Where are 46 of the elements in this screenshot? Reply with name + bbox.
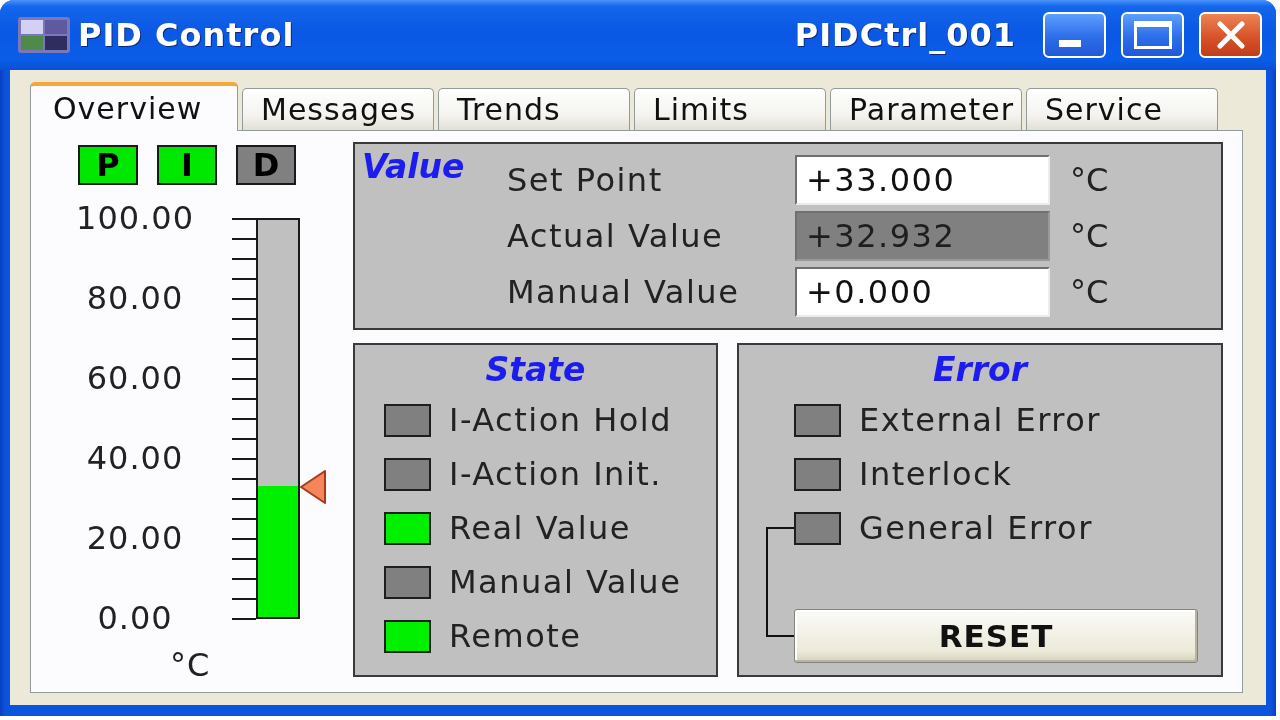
- field-label: Set Point: [507, 161, 663, 199]
- maximize-button[interactable]: [1121, 12, 1184, 58]
- scale-label: 80.00: [86, 283, 184, 313]
- unit-label: °C: [1069, 273, 1109, 311]
- close-icon: [1216, 21, 1245, 49]
- tab[interactable]: Trends: [438, 88, 630, 130]
- tab[interactable]: Service: [1026, 88, 1218, 130]
- scale-label: 0.00: [97, 603, 173, 633]
- value-field: +32.932: [795, 211, 1050, 261]
- minimize-button[interactable]: [1043, 12, 1106, 58]
- app-icon: [18, 17, 70, 53]
- scale-label: 100.00: [76, 203, 194, 233]
- group-title: Error: [932, 355, 1027, 385]
- tab[interactable]: Limits: [634, 88, 826, 130]
- scale-label: 40.00: [86, 443, 184, 473]
- instance-name: PIDCtrl_001: [794, 16, 1016, 54]
- field-label: Actual Value: [507, 217, 724, 255]
- status-label: Remote: [448, 617, 582, 655]
- tab[interactable]: Parameter: [830, 88, 1022, 130]
- mode-indicator: P: [78, 145, 138, 185]
- reset-button[interactable]: RESET: [794, 609, 1198, 663]
- unit-label: °C: [1069, 217, 1109, 255]
- maximize-icon: [1133, 21, 1172, 49]
- group-title: Value: [362, 147, 465, 186]
- field-label: Manual Value: [507, 273, 740, 311]
- status-label: Manual Value: [448, 563, 682, 601]
- status-label: Interlock: [858, 455, 1013, 493]
- scale-label: 20.00: [86, 523, 184, 553]
- tab[interactable]: Overview: [30, 82, 238, 131]
- close-button[interactable]: [1199, 12, 1262, 58]
- group-title: State: [485, 355, 586, 385]
- status-label: I-Action Hold: [448, 401, 672, 439]
- minimize-icon: [1059, 40, 1081, 47]
- status-label: Real Value: [448, 509, 632, 547]
- value-field[interactable]: +33.000: [795, 155, 1050, 205]
- status-label: External Error: [858, 401, 1101, 439]
- scale-label: 60.00: [86, 363, 184, 393]
- mode-indicator: D: [236, 145, 296, 185]
- mode-indicator: I: [157, 145, 217, 185]
- window-title: PID Control: [78, 16, 295, 54]
- tab[interactable]: Messages: [242, 88, 434, 130]
- status-label: I-Action Init.: [448, 455, 662, 493]
- value-field[interactable]: +0.000: [795, 267, 1050, 317]
- status-label: General Error: [858, 509, 1093, 547]
- unit-label: °C: [170, 646, 211, 684]
- unit-label: °C: [1069, 161, 1109, 199]
